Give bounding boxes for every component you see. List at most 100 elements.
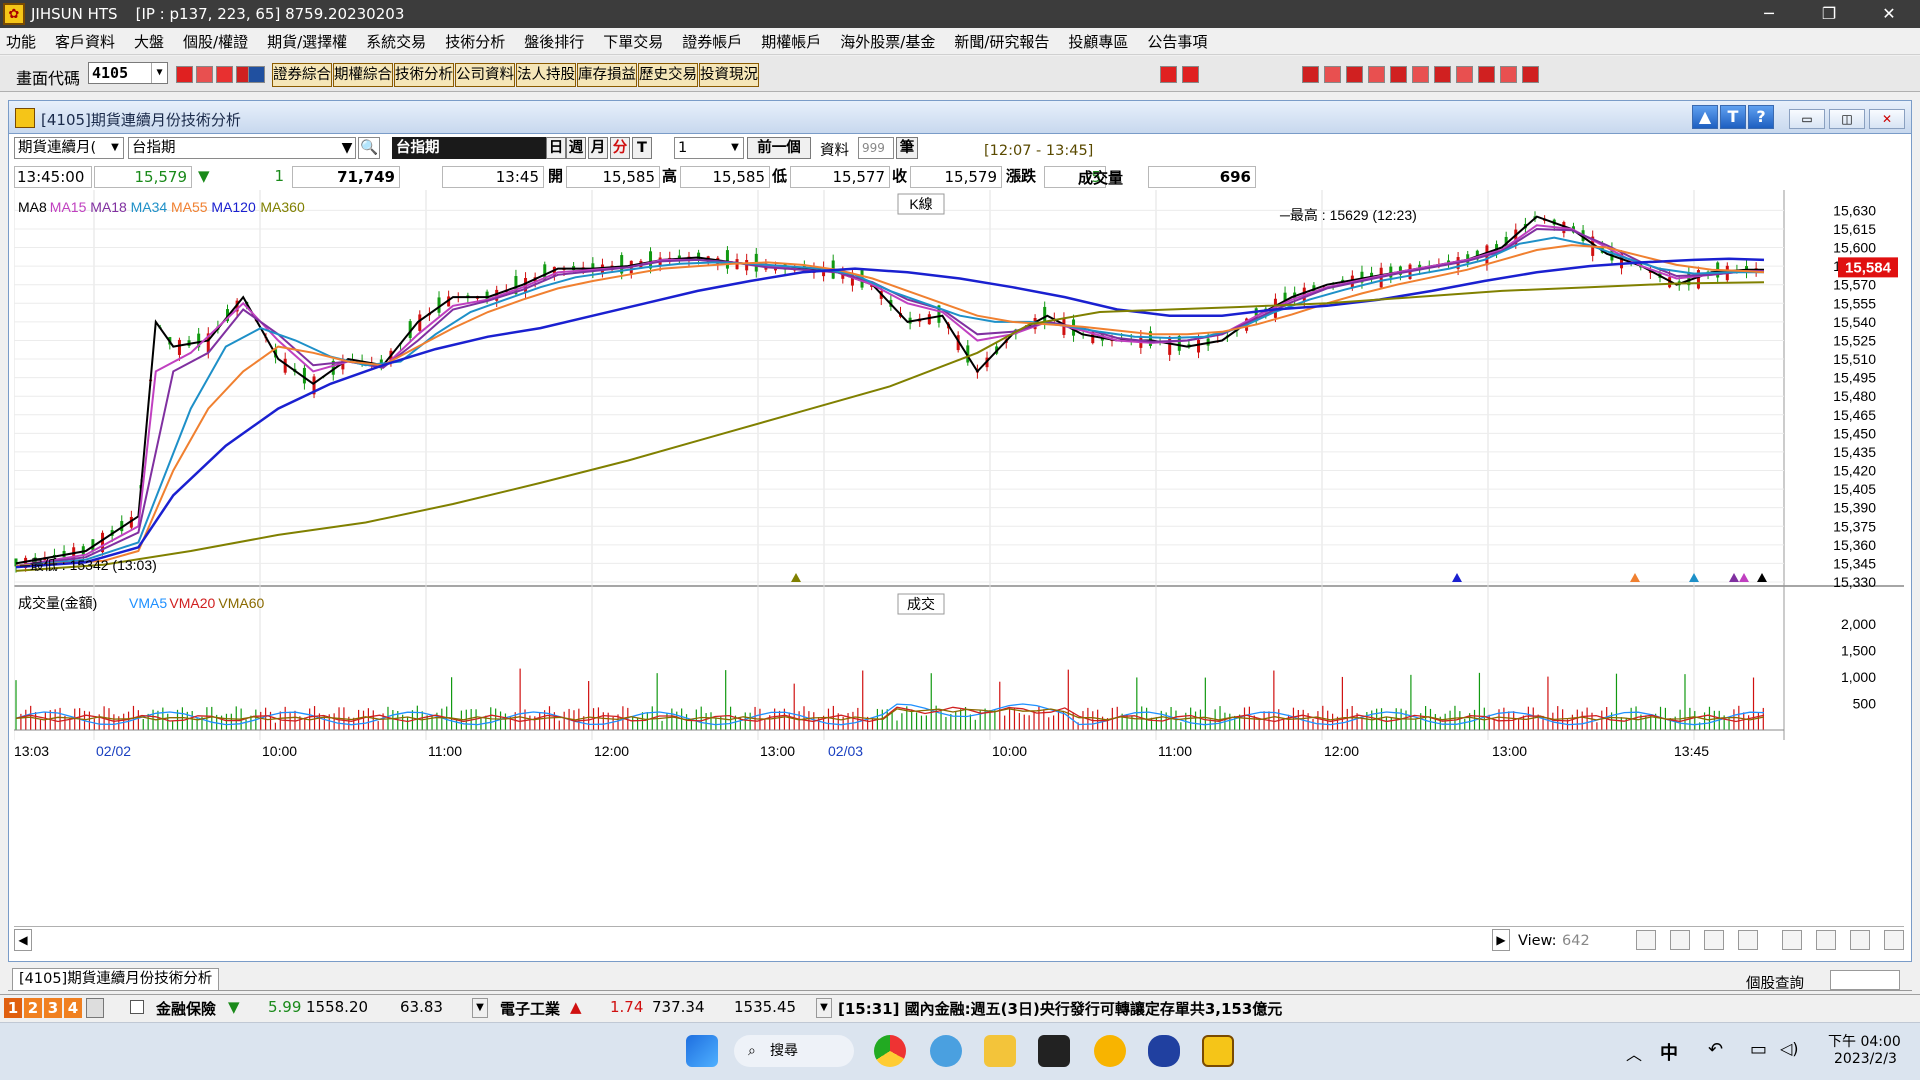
- chevron-down-icon[interactable]: ▼: [339, 138, 355, 158]
- menu-item-2[interactable]: 大盤: [134, 31, 164, 52]
- news-ticker[interactable]: [15:31] 國內金融:週五(3日)央行發行可轉讓定存單共3,153億元: [838, 998, 1282, 1019]
- chart-red-icon[interactable]: [216, 66, 233, 83]
- product-select[interactable]: 台指期 ▼: [128, 137, 356, 159]
- nav-tool-icon-5[interactable]: [1816, 930, 1836, 950]
- menu-item-11[interactable]: 海外股票/基金: [840, 31, 935, 52]
- menu-item-5[interactable]: 系統交易: [366, 31, 426, 52]
- nav-tool-icon-6[interactable]: [1850, 930, 1870, 950]
- menu-item-3[interactable]: 個股/權證: [183, 31, 248, 52]
- chevron-down-icon[interactable]: ▼: [151, 63, 167, 83]
- jihsun-app-icon[interactable]: [1202, 1035, 1234, 1067]
- volume-icon[interactable]: ◁): [1780, 1039, 1799, 1058]
- period-value-select[interactable]: 1 ▼: [674, 137, 744, 159]
- menu-item-13[interactable]: 投顧專區: [1068, 31, 1128, 52]
- period-button-2[interactable]: 月: [588, 137, 608, 159]
- unit-button[interactable]: 筆: [896, 137, 918, 159]
- flag-red-icon[interactable]: [1160, 66, 1177, 83]
- nav-tool-icon-1[interactable]: [1670, 930, 1690, 950]
- dropdown-blue-icon[interactable]: [248, 66, 265, 83]
- tool-icon-7[interactable]: [1456, 66, 1473, 83]
- tool-icon-3[interactable]: [1368, 66, 1385, 83]
- lock-icon[interactable]: [86, 998, 104, 1018]
- stock-query-input[interactable]: [1830, 970, 1900, 990]
- up-arrow-icon[interactable]: ▲: [1692, 105, 1718, 129]
- minimize-icon[interactable]: ─: [1746, 0, 1792, 28]
- prev-button[interactable]: 前一個: [747, 137, 811, 159]
- menu-item-4[interactable]: 期貨/選擇權: [267, 31, 347, 52]
- chevron-down-icon[interactable]: ▼: [472, 998, 488, 1018]
- tool-icon-4[interactable]: [1390, 66, 1407, 83]
- panel-close-icon[interactable]: ✕: [1869, 109, 1905, 129]
- menu-item-0[interactable]: 功能: [6, 31, 36, 52]
- scroll-right-icon[interactable]: ▶: [1492, 929, 1510, 951]
- magnifier-icon[interactable]: 🔍: [358, 137, 380, 159]
- menu-item-7[interactable]: 盤後排行: [524, 31, 584, 52]
- status-tab-4[interactable]: 4: [64, 998, 82, 1018]
- status-tab-3[interactable]: 3: [44, 998, 62, 1018]
- menu-item-8[interactable]: 下單交易: [603, 31, 663, 52]
- quick-button-3[interactable]: 公司資料: [455, 63, 515, 87]
- menu-item-10[interactable]: 期權帳戶: [761, 31, 821, 52]
- taskbar-search[interactable]: ⌕ 搜尋: [734, 1035, 854, 1067]
- quick-button-0[interactable]: 證券綜合: [272, 63, 332, 87]
- help-button[interactable]: ?: [1748, 105, 1774, 129]
- status-tab-1[interactable]: 1: [4, 998, 22, 1018]
- chevron-down-icon[interactable]: ▼: [816, 998, 832, 1018]
- quick-button-5[interactable]: 庫存損益: [577, 63, 637, 87]
- tool-icon-6[interactable]: [1434, 66, 1451, 83]
- ime-mode-icon[interactable]: ↶: [1708, 1039, 1723, 1060]
- chevron-up-icon[interactable]: ︿: [1626, 1041, 1642, 1065]
- tool-icon-10[interactable]: [1522, 66, 1539, 83]
- file-explorer-icon[interactable]: [984, 1035, 1016, 1067]
- maximize-icon[interactable]: ❐: [1806, 0, 1852, 28]
- nav-tool-icon-2[interactable]: [1704, 930, 1724, 950]
- chevron-down-icon[interactable]: ▼: [107, 138, 123, 158]
- menu-item-1[interactable]: 客戶資料: [55, 31, 115, 52]
- tool-icon-2[interactable]: [1346, 66, 1363, 83]
- status-tab-2[interactable]: 2: [24, 998, 42, 1018]
- tool-icon-9[interactable]: [1500, 66, 1517, 83]
- nav-tool-icon-3[interactable]: [1738, 930, 1758, 950]
- chrome-icon[interactable]: [874, 1035, 906, 1067]
- network-icon[interactable]: ▭: [1750, 1039, 1767, 1060]
- period-button-0[interactable]: 日: [546, 137, 566, 159]
- flask-app-icon[interactable]: [1148, 1035, 1180, 1067]
- quick-button-1[interactable]: 期權綜合: [333, 63, 393, 87]
- quick-button-4[interactable]: 法人持股: [516, 63, 576, 87]
- t-button[interactable]: T: [1720, 105, 1746, 129]
- panel-minimize-icon[interactable]: ▭: [1789, 109, 1825, 129]
- tool-icon-5[interactable]: [1412, 66, 1429, 83]
- tab-tech-analysis[interactable]: [4105]期貨連續月份技術分析: [12, 968, 220, 990]
- flag-red-2-icon[interactable]: [1182, 66, 1199, 83]
- period-button-1[interactable]: 週: [566, 137, 586, 159]
- chevron-down-icon[interactable]: ▼: [727, 138, 743, 158]
- menu-item-12[interactable]: 新聞/研究報告: [954, 31, 1049, 52]
- tool-icon-1[interactable]: [1324, 66, 1341, 83]
- ime-indicator[interactable]: 中: [1660, 1039, 1678, 1065]
- menu-item-9[interactable]: 證券帳戶: [682, 31, 742, 52]
- scroll-left-icon[interactable]: ◀: [14, 929, 32, 951]
- tool-icon-8[interactable]: [1478, 66, 1495, 83]
- nav-tool-icon-4[interactable]: [1782, 930, 1802, 950]
- tool-icon-0[interactable]: [1302, 66, 1319, 83]
- browser-app-icon[interactable]: [1094, 1035, 1126, 1067]
- quick-button-2[interactable]: 技術分析: [394, 63, 454, 87]
- windows-start-icon[interactable]: [686, 1035, 718, 1067]
- search-red-icon[interactable]: [176, 66, 193, 83]
- panel-restore-icon[interactable]: ◫: [1829, 109, 1865, 129]
- nav-tool-icon-7[interactable]: [1884, 930, 1904, 950]
- status-checkbox[interactable]: [130, 1000, 144, 1014]
- menu-item-6[interactable]: 技術分析: [445, 31, 505, 52]
- close-icon[interactable]: ✕: [1866, 0, 1912, 28]
- period-button-3[interactable]: 分: [610, 137, 630, 159]
- nav-tool-icon-0[interactable]: [1636, 930, 1656, 950]
- product-type-select[interactable]: 期貨連續月(▼: [14, 137, 124, 159]
- data-count-input[interactable]: 999: [858, 137, 894, 159]
- period-button-4[interactable]: T: [632, 137, 652, 159]
- quick-button-6[interactable]: 歷史交易: [638, 63, 698, 87]
- globe-app-icon[interactable]: [930, 1035, 962, 1067]
- notes-app-icon[interactable]: [1038, 1035, 1070, 1067]
- quick-button-7[interactable]: 投資現況: [699, 63, 759, 87]
- folder-red-icon[interactable]: [196, 66, 213, 83]
- screen-code-input[interactable]: 4105 ▼: [88, 62, 168, 84]
